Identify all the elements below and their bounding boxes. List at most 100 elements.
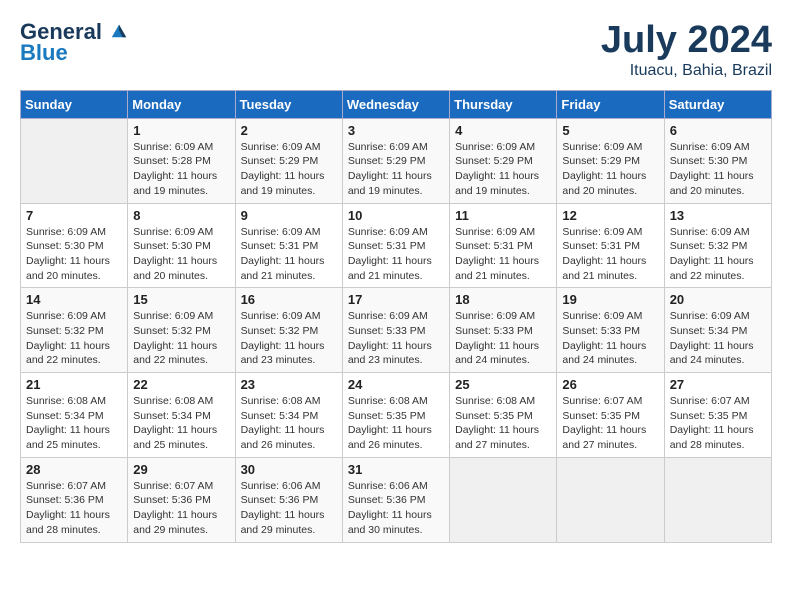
calendar-cell: 1 Sunrise: 6:09 AM Sunset: 5:28 PM Daylig… (128, 118, 235, 203)
day-number: 16 (241, 292, 337, 307)
logo: General Blue (20, 20, 128, 66)
week-row-1: 1 Sunrise: 6:09 AM Sunset: 5:28 PM Daylig… (21, 118, 772, 203)
day-detail: Sunrise: 6:09 AM Sunset: 5:31 PM Dayligh… (562, 225, 658, 284)
day-number: 23 (241, 377, 337, 392)
day-number: 11 (455, 208, 551, 223)
calendar-cell: 29 Sunrise: 6:07 AM Sunset: 5:36 PM Dayli… (128, 457, 235, 542)
day-detail: Sunrise: 6:09 AM Sunset: 5:29 PM Dayligh… (241, 140, 337, 199)
day-header-tuesday: Tuesday (235, 90, 342, 118)
day-detail: Sunrise: 6:09 AM Sunset: 5:33 PM Dayligh… (562, 309, 658, 368)
calendar-cell: 4Sunrise: 6:09 AM Sunset: 5:29 PM Daylig… (450, 118, 557, 203)
day-detail: Sunrise: 6:09 AM Sunset: 5:31 PM Dayligh… (348, 225, 444, 284)
day-detail: Sunrise: 6:09 AM Sunset: 5:29 PM Dayligh… (562, 140, 658, 199)
day-number: 1 (133, 123, 229, 138)
day-detail: Sunrise: 6:09 AM Sunset: 5:29 PM Dayligh… (348, 140, 444, 199)
day-detail: Sunrise: 6:09 AM Sunset: 5:30 PM Dayligh… (670, 140, 766, 199)
day-number: 2 (241, 123, 337, 138)
day-header-wednesday: Wednesday (342, 90, 449, 118)
location: Ituacu, Bahia, Brazil (601, 62, 772, 80)
day-detail: Sunrise: 6:09 AM Sunset: 5:31 PM Dayligh… (241, 225, 337, 284)
calendar-cell: 20 Sunrise: 6:09 AM Sunset: 5:34 PM Dayli… (664, 288, 771, 373)
day-header-friday: Friday (557, 90, 664, 118)
calendar-cell: 21 Sunrise: 6:08 AM Sunset: 5:34 PM Dayli… (21, 373, 128, 458)
calendar-cell: 24 Sunrise: 6:08 AM Sunset: 5:35 PM Dayli… (342, 373, 449, 458)
day-number: 30 (241, 462, 337, 477)
calendar-cell: 3Sunrise: 6:09 AM Sunset: 5:29 PM Daylig… (342, 118, 449, 203)
day-detail: Sunrise: 6:09 AM Sunset: 5:30 PM Dayligh… (133, 225, 229, 284)
day-detail: Sunrise: 6:08 AM Sunset: 5:34 PM Dayligh… (26, 394, 122, 453)
day-header-monday: Monday (128, 90, 235, 118)
day-number: 20 (670, 292, 766, 307)
day-number: 25 (455, 377, 551, 392)
calendar-cell: 28Sunrise: 6:07 AM Sunset: 5:36 PM Dayli… (21, 457, 128, 542)
days-header-row: SundayMondayTuesdayWednesdayThursdayFrid… (21, 90, 772, 118)
day-detail: Sunrise: 6:08 AM Sunset: 5:35 PM Dayligh… (455, 394, 551, 453)
day-number: 29 (133, 462, 229, 477)
logo-icon (110, 21, 128, 39)
day-number: 22 (133, 377, 229, 392)
day-number: 26 (562, 377, 658, 392)
calendar-cell: 15Sunrise: 6:09 AM Sunset: 5:32 PM Dayli… (128, 288, 235, 373)
day-detail: Sunrise: 6:06 AM Sunset: 5:36 PM Dayligh… (241, 479, 337, 538)
day-number: 28 (26, 462, 122, 477)
week-row-2: 7 Sunrise: 6:09 AM Sunset: 5:30 PM Daylig… (21, 203, 772, 288)
calendar-cell: 7 Sunrise: 6:09 AM Sunset: 5:30 PM Daylig… (21, 203, 128, 288)
month-title: July 2024 (601, 20, 772, 62)
week-row-3: 14 Sunrise: 6:09 AM Sunset: 5:32 PM Dayli… (21, 288, 772, 373)
day-number: 24 (348, 377, 444, 392)
day-number: 4 (455, 123, 551, 138)
day-header-saturday: Saturday (664, 90, 771, 118)
calendar-cell: 11Sunrise: 6:09 AM Sunset: 5:31 PM Dayli… (450, 203, 557, 288)
day-detail: Sunrise: 6:07 AM Sunset: 5:36 PM Dayligh… (133, 479, 229, 538)
day-detail: Sunrise: 6:09 AM Sunset: 5:32 PM Dayligh… (670, 225, 766, 284)
day-detail: Sunrise: 6:07 AM Sunset: 5:35 PM Dayligh… (670, 394, 766, 453)
day-detail: Sunrise: 6:09 AM Sunset: 5:28 PM Dayligh… (133, 140, 229, 199)
calendar-cell: 8 Sunrise: 6:09 AM Sunset: 5:30 PM Daylig… (128, 203, 235, 288)
page-header: General Blue July 2024 Ituacu, Bahia, Br… (20, 20, 772, 80)
day-number: 5 (562, 123, 658, 138)
calendar-cell: 23 Sunrise: 6:08 AM Sunset: 5:34 PM Dayli… (235, 373, 342, 458)
calendar-cell: 17Sunrise: 6:09 AM Sunset: 5:33 PM Dayli… (342, 288, 449, 373)
day-detail: Sunrise: 6:09 AM Sunset: 5:32 PM Dayligh… (133, 309, 229, 368)
title-block: July 2024 Ituacu, Bahia, Brazil (601, 20, 772, 80)
day-number: 13 (670, 208, 766, 223)
day-number: 19 (562, 292, 658, 307)
day-number: 18 (455, 292, 551, 307)
calendar-cell: 22 Sunrise: 6:08 AM Sunset: 5:34 PM Dayli… (128, 373, 235, 458)
calendar-cell: 19 Sunrise: 6:09 AM Sunset: 5:33 PM Dayli… (557, 288, 664, 373)
day-number: 14 (26, 292, 122, 307)
day-number: 9 (241, 208, 337, 223)
calendar-cell: 2 Sunrise: 6:09 AM Sunset: 5:29 PM Daylig… (235, 118, 342, 203)
day-detail: Sunrise: 6:07 AM Sunset: 5:35 PM Dayligh… (562, 394, 658, 453)
calendar-cell: 31Sunrise: 6:06 AM Sunset: 5:36 PM Dayli… (342, 457, 449, 542)
day-detail: Sunrise: 6:09 AM Sunset: 5:33 PM Dayligh… (348, 309, 444, 368)
day-detail: Sunrise: 6:09 AM Sunset: 5:30 PM Dayligh… (26, 225, 122, 284)
day-number: 21 (26, 377, 122, 392)
day-number: 8 (133, 208, 229, 223)
calendar-cell: 5 Sunrise: 6:09 AM Sunset: 5:29 PM Daylig… (557, 118, 664, 203)
calendar-cell: 12 Sunrise: 6:09 AM Sunset: 5:31 PM Dayli… (557, 203, 664, 288)
calendar-cell (557, 457, 664, 542)
day-detail: Sunrise: 6:09 AM Sunset: 5:33 PM Dayligh… (455, 309, 551, 368)
calendar-cell: 16 Sunrise: 6:09 AM Sunset: 5:32 PM Dayli… (235, 288, 342, 373)
day-detail: Sunrise: 6:08 AM Sunset: 5:34 PM Dayligh… (133, 394, 229, 453)
week-row-4: 21 Sunrise: 6:08 AM Sunset: 5:34 PM Dayli… (21, 373, 772, 458)
day-detail: Sunrise: 6:09 AM Sunset: 5:34 PM Dayligh… (670, 309, 766, 368)
calendar-cell: 25 Sunrise: 6:08 AM Sunset: 5:35 PM Dayli… (450, 373, 557, 458)
calendar-cell: 27 Sunrise: 6:07 AM Sunset: 5:35 PM Dayli… (664, 373, 771, 458)
calendar-cell: 14 Sunrise: 6:09 AM Sunset: 5:32 PM Dayli… (21, 288, 128, 373)
day-detail: Sunrise: 6:09 AM Sunset: 5:32 PM Dayligh… (26, 309, 122, 368)
day-number: 27 (670, 377, 766, 392)
day-detail: Sunrise: 6:09 AM Sunset: 5:32 PM Dayligh… (241, 309, 337, 368)
day-detail: Sunrise: 6:08 AM Sunset: 5:35 PM Dayligh… (348, 394, 444, 453)
day-detail: Sunrise: 6:08 AM Sunset: 5:34 PM Dayligh… (241, 394, 337, 453)
day-detail: Sunrise: 6:06 AM Sunset: 5:36 PM Dayligh… (348, 479, 444, 538)
day-number: 12 (562, 208, 658, 223)
day-number: 7 (26, 208, 122, 223)
calendar-table: SundayMondayTuesdayWednesdayThursdayFrid… (20, 90, 772, 543)
calendar-cell (21, 118, 128, 203)
calendar-cell: 6Sunrise: 6:09 AM Sunset: 5:30 PM Daylig… (664, 118, 771, 203)
calendar-cell: 30 Sunrise: 6:06 AM Sunset: 5:36 PM Dayli… (235, 457, 342, 542)
day-header-sunday: Sunday (21, 90, 128, 118)
day-header-thursday: Thursday (450, 90, 557, 118)
